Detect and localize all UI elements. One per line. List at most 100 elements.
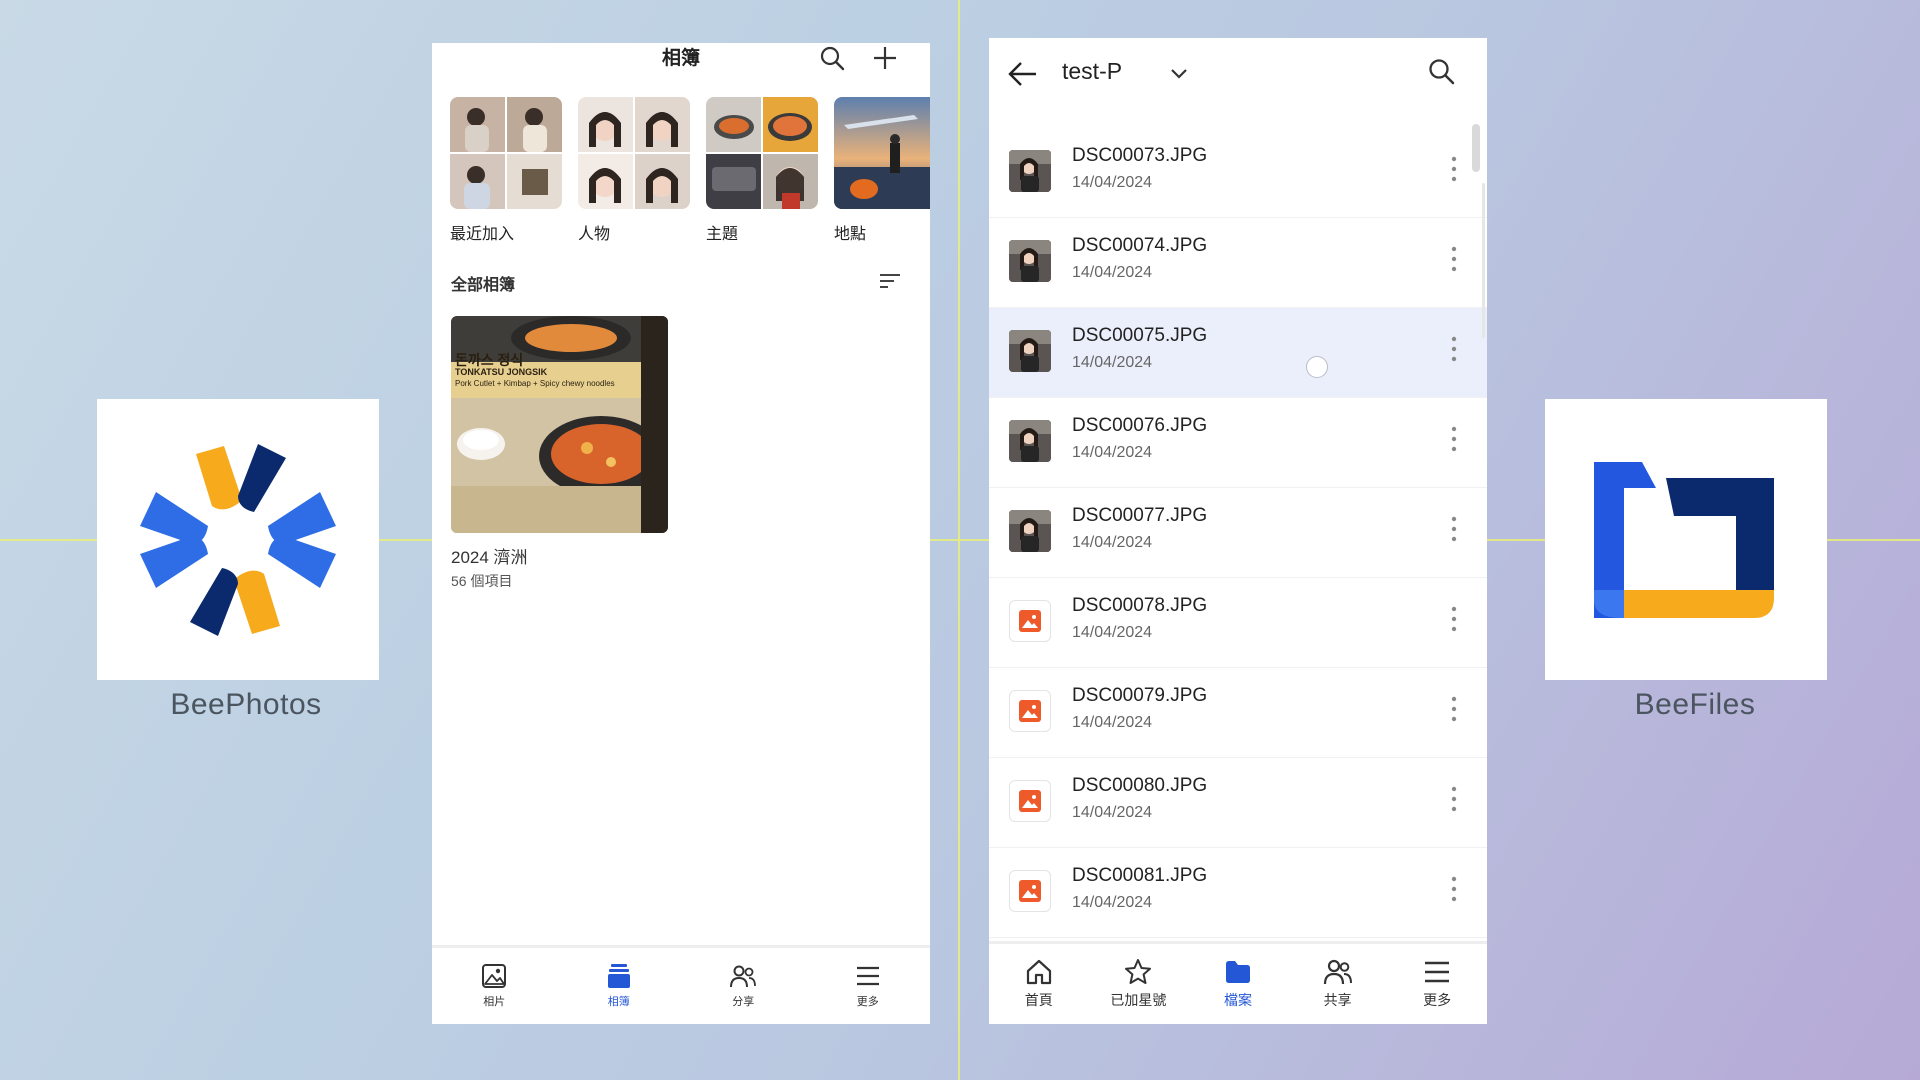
search-button[interactable] xyxy=(817,43,847,73)
tab-label: 首頁 xyxy=(1024,992,1053,1008)
file-date: 14/04/2024 xyxy=(1072,354,1153,371)
beefiles-label: BeeFiles xyxy=(1634,688,1756,721)
category-label: 地點 xyxy=(834,226,867,243)
more-options-button[interactable] xyxy=(1449,424,1459,454)
tab-share[interactable]: 分享 xyxy=(681,948,806,1024)
more-vertical-icon xyxy=(1451,786,1457,812)
more-vertical-icon xyxy=(1451,606,1457,632)
scrollbar-thumb[interactable] xyxy=(1472,124,1480,172)
tab-home[interactable]: 首頁 xyxy=(989,944,1089,1024)
faces-thumbnail xyxy=(578,97,690,209)
file-date: 14/04/2024 xyxy=(1072,714,1153,731)
tab-albums[interactable]: 相簿 xyxy=(557,948,682,1024)
more-options-button[interactable] xyxy=(1449,604,1459,634)
album-thumbnail: 돈까스 정식 TONKATSU JONGSIK Pork Cutlet + Ki… xyxy=(451,316,668,533)
sunset-thumbnail xyxy=(834,97,930,209)
more-options-button[interactable] xyxy=(1449,784,1459,814)
tab-starred[interactable]: 已加星號 xyxy=(1089,944,1189,1024)
more-vertical-icon xyxy=(1451,516,1457,542)
file-row-selected[interactable]: DSC00075.JPG 14/04/2024 xyxy=(989,308,1487,398)
tab-label: 檔案 xyxy=(1223,992,1252,1008)
more-options-button[interactable] xyxy=(1449,874,1459,904)
albums-icon xyxy=(607,964,630,988)
folder-switch-button[interactable] xyxy=(1169,65,1189,83)
category-label: 主題 xyxy=(706,226,739,243)
folder-title[interactable]: test-P xyxy=(1062,58,1122,85)
search-button[interactable] xyxy=(1427,57,1457,87)
image-file-icon xyxy=(1019,700,1041,722)
more-options-button[interactable] xyxy=(1449,514,1459,544)
file-row[interactable]: DSC00081.JPG 14/04/2024 xyxy=(989,848,1487,938)
file-date: 14/04/2024 xyxy=(1072,624,1153,641)
tab-photos[interactable]: 相片 xyxy=(432,948,557,1024)
back-button[interactable] xyxy=(1007,59,1039,89)
bottom-tab-bar: 相片 相簿 分享 更多 xyxy=(432,945,930,1024)
photo-thumbnail xyxy=(1009,150,1051,192)
tab-more[interactable]: 更多 xyxy=(1387,944,1487,1024)
image-icon xyxy=(482,964,507,988)
file-row[interactable]: DSC00080.JPG 14/04/2024 xyxy=(989,758,1487,848)
file-row[interactable]: DSC00077.JPG 14/04/2024 xyxy=(989,488,1487,578)
category-people[interactable]: 人物 xyxy=(578,97,690,244)
file-name: DSC00079.JPG xyxy=(1072,685,1208,706)
folder-icon xyxy=(1225,961,1250,983)
beefiles-app-panel: test-P DSC00073.JPG 14/04/2024 DSC00074.… xyxy=(989,38,1487,1024)
photo-thumbnail xyxy=(1009,330,1051,372)
scrollbar-track[interactable] xyxy=(1482,183,1485,338)
collage-thumbnail xyxy=(450,97,562,209)
tab-label: 分享 xyxy=(732,996,755,1008)
sort-button[interactable] xyxy=(878,269,902,293)
file-name: DSC00077.JPG xyxy=(1072,505,1208,526)
photo-thumbnail xyxy=(1009,510,1051,552)
category-recently-added[interactable]: 最近加入 xyxy=(450,97,562,244)
people-icon xyxy=(1323,959,1352,985)
more-vertical-icon xyxy=(1451,426,1457,452)
file-name: DSC00078.JPG xyxy=(1072,595,1208,616)
more-vertical-icon xyxy=(1451,246,1457,272)
more-vertical-icon xyxy=(1451,876,1457,902)
file-row[interactable]: DSC00073.JPG 14/04/2024 xyxy=(989,128,1487,218)
file-date: 14/04/2024 xyxy=(1072,264,1153,281)
tab-label: 共享 xyxy=(1323,992,1352,1008)
category-places[interactable]: 地點 xyxy=(834,97,930,244)
file-row[interactable]: DSC00074.JPG 14/04/2024 xyxy=(989,218,1487,308)
tab-label: 已加星號 xyxy=(1110,992,1167,1008)
star-icon xyxy=(1125,959,1152,984)
album-card[interactable]: 돈까스 정식 TONKATSU JONGSIK Pork Cutlet + Ki… xyxy=(451,316,668,591)
file-date: 14/04/2024 xyxy=(1072,174,1153,191)
beefiles-logo-icon xyxy=(1594,461,1774,618)
beephotos-logo-icon xyxy=(140,443,336,636)
beephotos-logo-card xyxy=(97,399,379,680)
selection-checkbox[interactable] xyxy=(1306,356,1328,378)
file-row[interactable]: DSC00076.JPG 14/04/2024 xyxy=(989,398,1487,488)
file-row[interactable]: DSC00078.JPG 14/04/2024 xyxy=(989,578,1487,668)
file-name: DSC00080.JPG xyxy=(1072,775,1208,796)
bottom-tab-bar: 首頁 已加星號 檔案 共享 更多 xyxy=(989,941,1487,1024)
file-date: 14/04/2024 xyxy=(1072,534,1153,551)
add-album-button[interactable] xyxy=(870,43,900,73)
image-file-thumbnail xyxy=(1009,870,1051,912)
tab-files[interactable]: 檔案 xyxy=(1188,944,1288,1024)
album-thumb-text-english: Pork Cutlet + Kimbap + Spicy chewy noodl… xyxy=(455,379,615,388)
image-file-icon xyxy=(1019,790,1041,812)
menu-icon xyxy=(1425,961,1450,983)
photo-thumbnail xyxy=(1009,420,1051,462)
tab-label: 相簿 xyxy=(607,996,630,1008)
image-file-icon xyxy=(1019,880,1041,902)
more-options-button[interactable] xyxy=(1449,244,1459,274)
image-file-thumbnail xyxy=(1009,780,1051,822)
more-options-button[interactable] xyxy=(1449,694,1459,724)
album-name: 2024 濟洲 xyxy=(451,548,528,567)
page-title: 相簿 xyxy=(661,48,700,69)
photos-header: 相簿 xyxy=(432,43,930,79)
beephotos-app-panel: 相簿 最近加入 人物 主題 地點 全部相簿 돈까스 정식 TONKATSU JO… xyxy=(432,43,930,1024)
more-options-button[interactable] xyxy=(1449,154,1459,184)
beefiles-logo-card xyxy=(1545,399,1827,680)
more-options-button[interactable] xyxy=(1449,334,1459,364)
file-name: DSC00081.JPG xyxy=(1072,865,1208,886)
album-item-count: 56 個項目 xyxy=(451,573,513,589)
category-themes[interactable]: 主題 xyxy=(706,97,818,244)
file-row[interactable]: DSC00079.JPG 14/04/2024 xyxy=(989,668,1487,758)
tab-more[interactable]: 更多 xyxy=(806,948,931,1024)
tab-shared[interactable]: 共享 xyxy=(1288,944,1388,1024)
